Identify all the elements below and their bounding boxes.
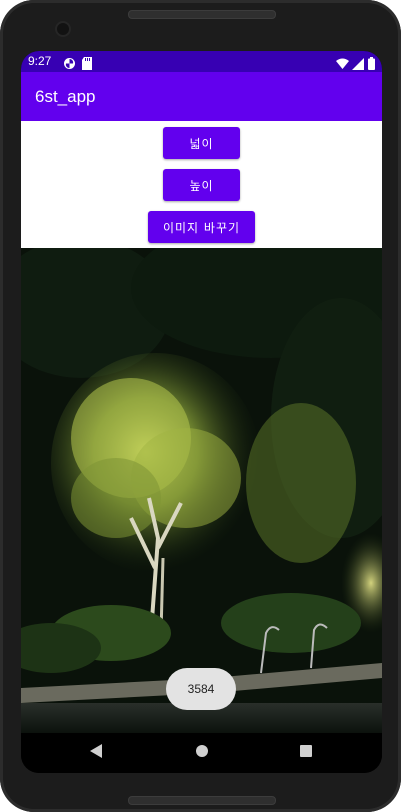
width-button[interactable]: 넓이	[163, 127, 240, 159]
phone-frame: 9:27 6st_app 넓이 높이 이미지 바꾸기 3584	[0, 0, 401, 812]
height-button[interactable]: 높이	[163, 169, 240, 201]
app-bar: 6st_app	[21, 72, 382, 121]
bottom-speaker-grille	[128, 796, 276, 805]
device-screen: 9:27 6st_app 넓이 높이 이미지 바꾸기 3584	[21, 51, 382, 773]
tree-photo-illustration	[21, 218, 382, 733]
status-bar: 9:27	[21, 51, 382, 72]
back-icon[interactable]	[89, 743, 103, 763]
app-title: 6st_app	[35, 87, 96, 106]
tree-photo	[21, 218, 382, 733]
toast-message: 3584	[166, 668, 236, 710]
status-time: 9:27	[28, 54, 52, 68]
change-image-button[interactable]: 이미지 바꾸기	[148, 211, 255, 243]
top-speaker-grille	[128, 10, 276, 19]
button-panel: 넓이 높이 이미지 바꾸기	[21, 121, 382, 248]
home-icon[interactable]	[195, 743, 209, 763]
recents-icon[interactable]	[299, 743, 313, 763]
front-camera	[55, 21, 71, 37]
navigation-bar	[21, 733, 382, 773]
